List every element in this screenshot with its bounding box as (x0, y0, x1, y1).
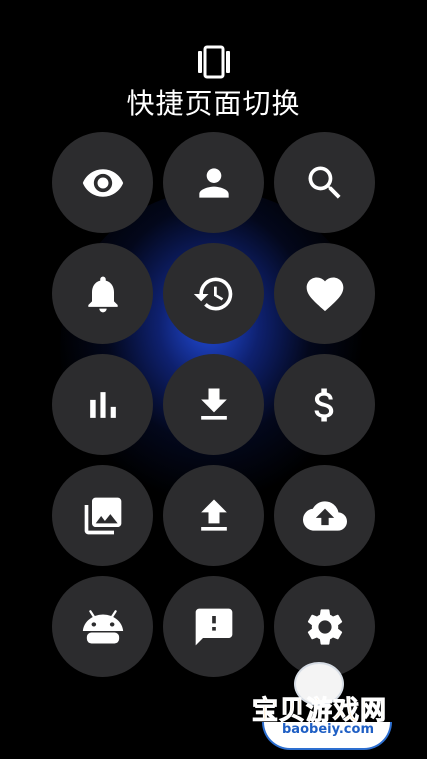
photo-library-icon (84, 497, 121, 534)
history-icon (193, 277, 232, 310)
eye-tile[interactable] (52, 132, 153, 233)
cloud-upload-tile[interactable] (274, 465, 375, 566)
watermark-logo: 宝贝游戏网 baobeiy.com (248, 662, 398, 754)
history-tile[interactable] (163, 243, 264, 344)
search-tile[interactable] (274, 132, 375, 233)
person-tile[interactable] (163, 132, 264, 233)
shortcut-grid (52, 132, 375, 677)
heart-tile[interactable] (274, 243, 375, 344)
bar-chart-tile[interactable] (52, 354, 153, 455)
dollar-tile[interactable] (274, 354, 375, 455)
search-icon (308, 166, 341, 199)
page-title: 快捷页面切换 (126, 87, 301, 120)
upload-icon (200, 499, 227, 531)
quick-page-switch-screen: 快捷页面切换 宝贝游戏网 baobeiy.com (0, 0, 427, 759)
feedback-icon (195, 608, 232, 645)
view-carousel-icon (198, 45, 230, 79)
bar-chart-icon (89, 391, 116, 418)
bell-icon (87, 276, 118, 312)
android-icon (82, 609, 123, 643)
person-icon (198, 167, 229, 198)
gear-icon (307, 608, 342, 645)
upload-tile[interactable] (163, 465, 264, 566)
download-icon (200, 388, 227, 420)
cloud-upload-icon (302, 500, 347, 531)
heart-icon (306, 277, 343, 311)
android-tile[interactable] (52, 576, 153, 677)
eye-icon (82, 168, 123, 197)
photo-library-tile[interactable] (52, 465, 153, 566)
download-tile[interactable] (163, 354, 264, 455)
dollar-icon (314, 388, 333, 421)
bell-tile[interactable] (52, 243, 153, 344)
watermark-url: baobeiy.com (282, 722, 374, 737)
